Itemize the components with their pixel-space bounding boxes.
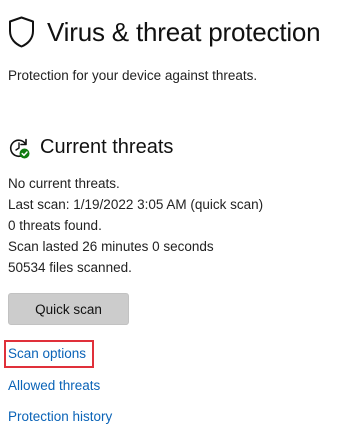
- quick-scan-button[interactable]: Quick scan: [8, 293, 129, 325]
- allowed-threats-link[interactable]: Allowed threats: [8, 378, 100, 393]
- page-title: Virus & threat protection: [47, 16, 321, 47]
- refresh-check-icon: [9, 138, 30, 158]
- current-threats-header: Current threats: [8, 136, 173, 159]
- shield-icon: [9, 16, 34, 48]
- scan-status-list: No current threats. Last scan: 1/19/2022…: [8, 173, 263, 278]
- page-header: Virus & threat protection: [8, 16, 321, 48]
- status-files-scanned: 50534 files scanned.: [8, 260, 132, 275]
- status-threats-found: 0 threats found.: [8, 218, 102, 233]
- virus-threat-protection-page: Virus & threat protection Protection for…: [0, 0, 353, 447]
- status-last-scan: Last scan: 1/19/2022 3:05 AM (quick scan…: [8, 197, 264, 212]
- page-subtitle: Protection for your device against threa…: [8, 68, 258, 83]
- protection-history-link[interactable]: Protection history: [8, 409, 112, 424]
- current-threats-heading: Current threats: [40, 136, 174, 158]
- status-scan-duration: Scan lasted 26 minutes 0 seconds: [8, 239, 214, 254]
- status-no-threats: No current threats.: [8, 176, 120, 191]
- scan-options-link[interactable]: Scan options: [8, 346, 86, 361]
